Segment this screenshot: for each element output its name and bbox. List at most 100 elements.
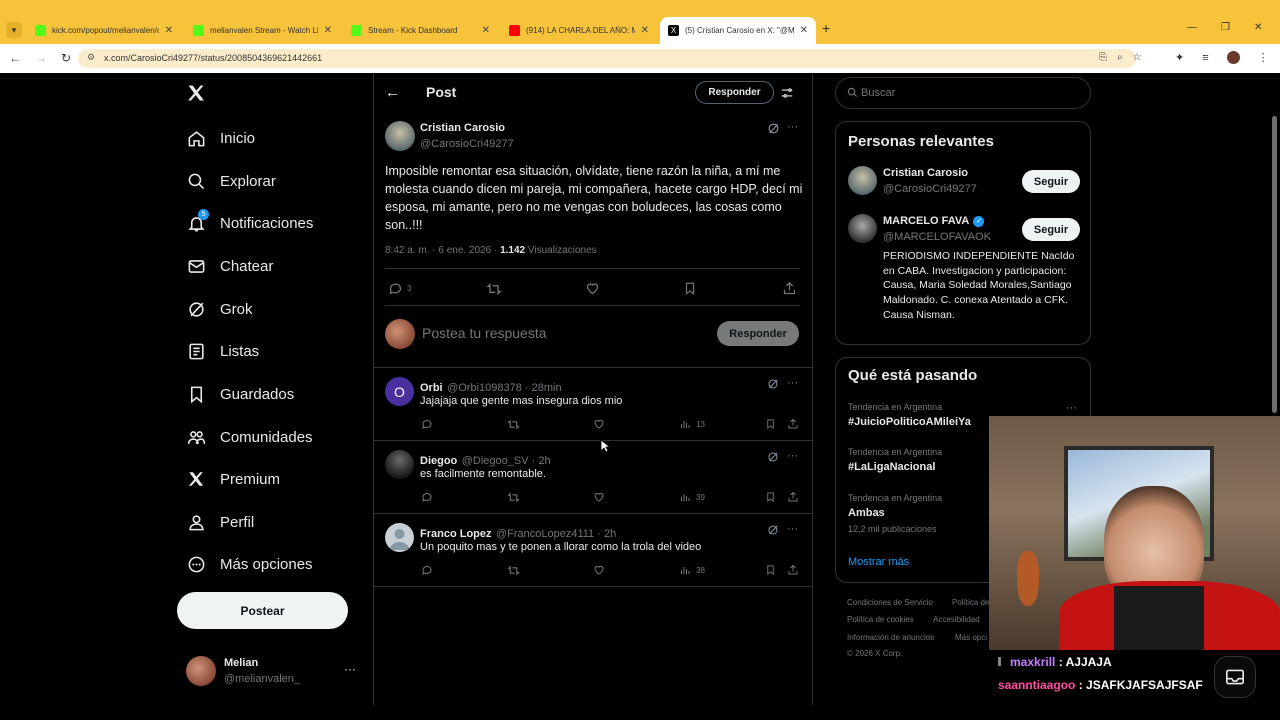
share-icon[interactable] xyxy=(787,564,799,576)
close-icon[interactable]: ✕ xyxy=(165,25,173,36)
browser-tab-1[interactable]: kick.com/popout/melianvalen/c ✕ xyxy=(27,17,181,44)
extensions-icon[interactable]: ✦ xyxy=(1175,51,1184,64)
repost-icon[interactable] xyxy=(486,281,502,297)
repost-icon[interactable] xyxy=(507,564,520,577)
reply-author-name[interactable]: Orbi xyxy=(420,382,443,394)
share-icon[interactable] xyxy=(787,491,799,503)
repost-icon[interactable] xyxy=(507,418,520,431)
grok-icon[interactable] xyxy=(767,122,780,135)
nav-notifications[interactable]: 5 Notificaciones xyxy=(186,208,313,238)
reply-item[interactable]: Diegoo @Diegoo_SV · 2h es facilmente rem… xyxy=(374,441,812,513)
grok-icon[interactable] xyxy=(767,451,779,463)
post-button[interactable]: Postear xyxy=(177,592,348,629)
new-tab-button[interactable]: + xyxy=(822,20,830,36)
close-icon[interactable]: ✕ xyxy=(641,25,649,36)
person-handle[interactable]: @MARCELOFAVAOK xyxy=(883,231,991,243)
reply-author-handle[interactable]: @Diegoo_SV · 2h xyxy=(462,455,551,467)
avatar[interactable] xyxy=(848,166,877,195)
reload-icon[interactable]: ↻ xyxy=(61,51,71,65)
follow-button[interactable]: Seguir xyxy=(1022,218,1080,241)
bookmark-icon[interactable] xyxy=(683,281,697,296)
nav-home[interactable]: Inicio xyxy=(186,123,255,153)
person-name[interactable]: Cristian Carosio xyxy=(883,167,968,179)
browser-tab-3[interactable]: Stream - Kick Dashboard ✕ xyxy=(343,17,498,44)
avatar[interactable] xyxy=(848,214,877,243)
footer-link[interactable]: Condiciones de Servicio xyxy=(847,598,933,607)
star-icon[interactable]: ☆ xyxy=(1133,52,1142,63)
menu-icon[interactable]: ⋮ xyxy=(1258,51,1269,64)
bookmark-icon[interactable] xyxy=(765,564,776,576)
nav-chat[interactable]: Chatear xyxy=(186,251,273,281)
close-window-icon[interactable]: ✕ xyxy=(1254,22,1262,33)
reply-icon[interactable] xyxy=(421,564,433,576)
footer-link[interactable]: Más opci xyxy=(955,633,987,642)
repost-icon[interactable] xyxy=(507,491,520,504)
nav-bookmarks[interactable]: Guardados xyxy=(186,379,294,409)
back-arrow-icon[interactable]: ← xyxy=(9,51,21,65)
nav-premium[interactable]: Premium xyxy=(186,464,280,494)
bookmark-icon[interactable] xyxy=(765,418,776,430)
reply-author-name[interactable]: Franco Lopez xyxy=(420,528,492,540)
profile-avatar-icon[interactable] xyxy=(1226,51,1240,64)
person-handle[interactable]: @CarosioCri49277 xyxy=(883,183,977,195)
more-icon[interactable]: ··· xyxy=(787,523,798,535)
views-action[interactable]: 39 xyxy=(679,491,705,503)
back-arrow-icon[interactable]: ← xyxy=(385,84,400,101)
filter-icon[interactable] xyxy=(780,86,794,100)
nav-more-options[interactable]: Más opciones xyxy=(186,549,313,579)
trend-item[interactable]: Tendencia en Argentina Ambas 12,2 mil pu… xyxy=(848,493,942,534)
nav-explore[interactable]: Explorar xyxy=(186,166,276,196)
close-icon[interactable]: ✕ xyxy=(800,25,808,36)
nav-lists[interactable]: Listas xyxy=(186,336,259,366)
reply-item[interactable]: O Orbi @Orbi1098378 · 28min Jajajaja que… xyxy=(374,368,812,440)
footer-link[interactable]: Política de xyxy=(952,598,989,607)
messages-drawer-button[interactable] xyxy=(1214,656,1256,698)
restore-icon[interactable]: ❐ xyxy=(1221,22,1230,33)
person-name-row[interactable]: MARCELO FAVA ✓ xyxy=(883,215,985,227)
install-icon[interactable]: ⎘ xyxy=(1099,52,1107,63)
reply-action[interactable]: 3 xyxy=(388,281,411,296)
footer-link[interactable]: Política de cookies xyxy=(847,615,914,624)
footer-link[interactable]: Accesibilidad xyxy=(933,615,980,624)
account-switcher[interactable]: Melian @melianvalen_ ··· xyxy=(186,656,366,688)
close-icon[interactable]: ✕ xyxy=(324,25,332,36)
browser-tab-4[interactable]: (914) LA CHARLA DEL AÑO: ME ✕ xyxy=(501,17,657,44)
reply-submit-button[interactable]: Responder xyxy=(717,321,799,346)
more-icon[interactable]: ··· xyxy=(787,377,798,389)
reply-header-button[interactable]: Responder xyxy=(695,81,774,104)
like-icon[interactable] xyxy=(585,281,600,296)
like-icon[interactable] xyxy=(593,564,605,576)
follow-button[interactable]: Seguir xyxy=(1022,170,1080,193)
like-icon[interactable] xyxy=(593,491,605,503)
site-info-icon[interactable]: ⚙ xyxy=(87,52,95,63)
grok-icon[interactable] xyxy=(767,378,779,390)
avatar[interactable] xyxy=(385,450,414,479)
footer-link[interactable]: Información de anuncios xyxy=(847,633,934,642)
nav-communities[interactable]: Comunidades xyxy=(186,422,313,452)
forward-arrow-icon[interactable]: → xyxy=(35,51,47,65)
reply-icon[interactable] xyxy=(421,418,433,430)
grok-icon[interactable] xyxy=(767,524,779,536)
tab-search-button[interactable]: ▾ xyxy=(6,22,22,38)
reply-author-handle[interactable]: @Orbi1098378 · 28min xyxy=(447,382,562,394)
trend-item[interactable]: Tendencia en Argentina #JuicioPoliticoAM… xyxy=(848,402,971,428)
reply-item[interactable]: Franco Lopez @FrancoLopez4111 · 2h Un po… xyxy=(374,514,812,586)
avatar[interactable]: O xyxy=(385,377,414,406)
more-icon[interactable]: ··· xyxy=(1066,402,1077,414)
browser-tab-2[interactable]: melianvalen Stream - Watch Li ✕ xyxy=(185,17,340,44)
minimize-icon[interactable]: — xyxy=(1187,22,1197,33)
reply-input[interactable]: Postea tu respuesta xyxy=(422,325,547,341)
author-avatar[interactable] xyxy=(385,121,415,151)
views-action[interactable]: 13 xyxy=(679,418,705,430)
media-icon[interactable]: ≡ xyxy=(1202,52,1208,64)
nav-grok[interactable]: Grok xyxy=(186,294,253,324)
zoom-icon[interactable]: ⌕ xyxy=(1117,52,1123,63)
like-icon[interactable] xyxy=(593,418,605,430)
scrollbar[interactable] xyxy=(1272,116,1277,413)
trend-item[interactable]: Tendencia en Argentina #LaLigaNacional xyxy=(848,447,942,473)
address-bar[interactable]: ⚙ x.com/CarosioCri49277/status/200850436… xyxy=(78,49,1136,68)
more-icon[interactable]: ··· xyxy=(787,450,798,462)
browser-tab-5-active[interactable]: X (5) Cristian Carosio en X: "@MA ✕ xyxy=(660,17,816,44)
nav-profile[interactable]: Perfil xyxy=(186,507,254,537)
bookmark-icon[interactable] xyxy=(765,491,776,503)
